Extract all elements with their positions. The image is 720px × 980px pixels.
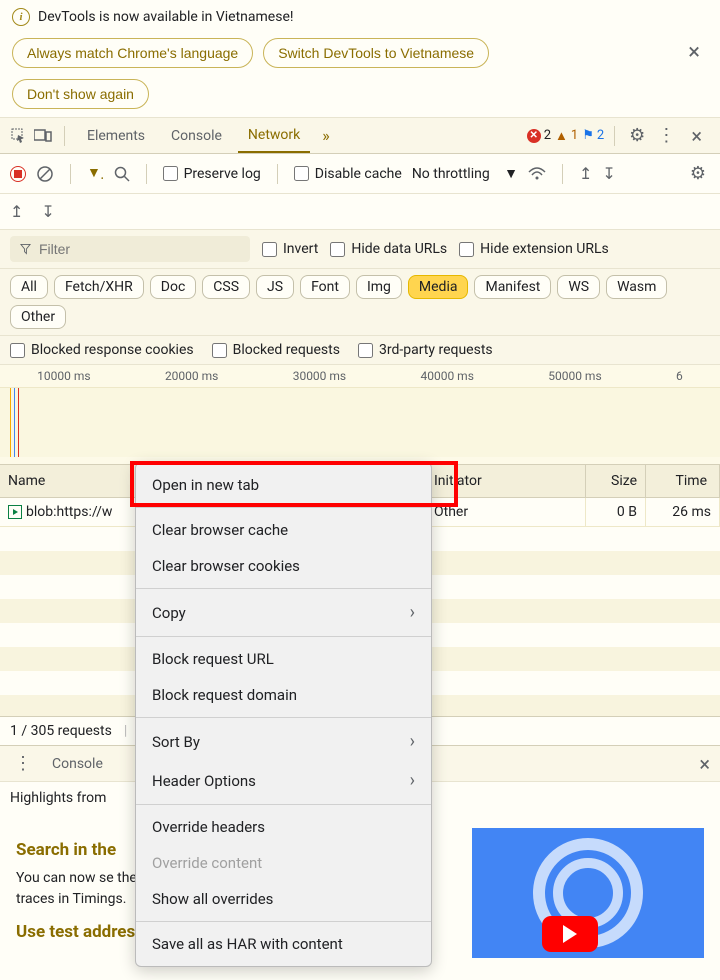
type-media[interactable]: Media: [408, 275, 469, 299]
network-toolbar-2: ↥ ↧: [0, 194, 720, 230]
search-icon[interactable]: [114, 166, 130, 182]
load-line: [18, 388, 19, 457]
youtube-play-icon[interactable]: [542, 916, 598, 952]
error-badge[interactable]: ✕2: [527, 128, 551, 143]
filter-input[interactable]: [39, 241, 240, 257]
tab-console[interactable]: Console: [161, 120, 232, 152]
timeline-overview[interactable]: 10000 ms 20000 ms 30000 ms 40000 ms 5000…: [0, 365, 720, 465]
time-label: 6: [676, 369, 683, 383]
close-devtools-button[interactable]: ×: [683, 120, 710, 152]
chevron-right-icon: ›: [410, 731, 415, 752]
article-thumbnail[interactable]: [472, 828, 704, 958]
close-infobar-button[interactable]: ×: [680, 36, 708, 69]
more-tabs-button[interactable]: »: [316, 126, 336, 145]
switch-language-button[interactable]: Switch DevTools to Vietnamese: [263, 38, 489, 68]
dont-show-button[interactable]: Don't show again: [12, 79, 149, 109]
kebab-icon[interactable]: ⋮: [653, 125, 679, 146]
type-filter-row: All Fetch/XHR Doc CSS JS Font Img Media …: [0, 269, 720, 336]
disable-cache-checkbox[interactable]: Disable cache: [294, 166, 402, 182]
info-message: DevTools is now available in Vietnamese!: [38, 9, 294, 25]
context-menu: Open in new tab Clear browser cache Clea…: [135, 462, 432, 967]
filter-icon[interactable]: ▼•: [87, 164, 104, 183]
export-har-icon[interactable]: ↧: [41, 202, 54, 221]
th-time[interactable]: Time: [646, 465, 720, 497]
blocked-filter-row: Blocked response cookies Blocked request…: [0, 336, 720, 365]
type-fetch[interactable]: Fetch/XHR: [54, 275, 144, 299]
import-har-icon[interactable]: ↥: [10, 202, 23, 221]
inspect-icon[interactable]: [10, 127, 28, 145]
cm-open-new-tab[interactable]: Open in new tab: [136, 467, 431, 503]
blocked-response-cookies-checkbox[interactable]: Blocked response cookies: [10, 342, 194, 358]
blocked-requests-checkbox[interactable]: Blocked requests: [212, 342, 340, 358]
cm-block-domain[interactable]: Block request domain: [136, 677, 431, 713]
info-bar: i DevTools is now available in Vietnames…: [0, 0, 720, 118]
drawer-close-button[interactable]: ×: [699, 752, 710, 776]
time-label: 50000 ms: [548, 369, 601, 383]
type-img[interactable]: Img: [356, 275, 402, 299]
dom-content-loaded-line: [14, 388, 15, 457]
info-icon: i: [12, 8, 30, 26]
network-conditions-icon[interactable]: [528, 167, 546, 181]
settings-icon[interactable]: ⚙: [625, 125, 649, 146]
cell-initiator: Other: [426, 498, 586, 526]
cm-header-options[interactable]: Header Options›: [136, 761, 431, 800]
tab-network[interactable]: Network: [238, 119, 310, 153]
type-ws[interactable]: WS: [557, 275, 600, 299]
funnel-icon: [20, 243, 31, 255]
type-other[interactable]: Other: [10, 305, 66, 329]
drawer-tab-console[interactable]: Console: [46, 748, 109, 780]
filter-input-wrap: [10, 236, 250, 262]
clear-icon[interactable]: [36, 165, 54, 183]
cm-save-har[interactable]: Save all as HAR with content: [136, 926, 431, 962]
cell-time: 26 ms: [646, 498, 720, 526]
preserve-log-checkbox[interactable]: Preserve log: [163, 166, 261, 182]
marker-line: [10, 388, 11, 457]
cm-clear-cookies[interactable]: Clear browser cookies: [136, 548, 431, 584]
cm-copy[interactable]: Copy›: [136, 593, 431, 632]
cm-override-content: Override content: [136, 845, 431, 881]
chevron-right-icon: ›: [410, 770, 415, 791]
main-tab-strip: Elements Console Network » ✕2 ▲ 1 ⚑ 2 ⚙ …: [0, 118, 720, 154]
hide-data-urls-checkbox[interactable]: Hide data URLs: [330, 241, 447, 257]
chevron-right-icon: ›: [410, 602, 415, 623]
drawer-kebab-icon[interactable]: ⋮: [10, 753, 36, 774]
type-js[interactable]: JS: [256, 275, 294, 299]
type-font[interactable]: Font: [300, 275, 350, 299]
network-toolbar: ▼• Preserve log Disable cache No throttl…: [0, 154, 720, 194]
issue-badge[interactable]: ⚑ 2: [582, 128, 604, 143]
record-button[interactable]: [10, 166, 26, 182]
filter-row: Invert Hide data URLs Hide extension URL…: [0, 230, 720, 269]
hide-extension-urls-checkbox[interactable]: Hide extension URLs: [459, 241, 609, 257]
download-icon[interactable]: ↧: [602, 164, 615, 183]
device-icon[interactable]: [34, 127, 52, 145]
type-wasm[interactable]: Wasm: [606, 275, 667, 299]
third-party-requests-checkbox[interactable]: 3rd-party requests: [358, 342, 493, 358]
type-css[interactable]: CSS: [202, 275, 250, 299]
th-initiator[interactable]: Initiator: [426, 465, 586, 497]
invert-checkbox[interactable]: Invert: [262, 241, 318, 257]
network-settings-icon[interactable]: ⚙: [686, 163, 710, 184]
cell-size: 0 B: [586, 498, 646, 526]
requests-count: 1 / 305 requests: [10, 723, 112, 739]
match-language-button[interactable]: Always match Chrome's language: [12, 38, 253, 68]
warning-badge[interactable]: ▲ 1: [555, 128, 578, 144]
time-label: 10000 ms: [37, 369, 90, 383]
cm-clear-cache[interactable]: Clear browser cache: [136, 512, 431, 548]
time-label: 40000 ms: [420, 369, 473, 383]
tab-elements[interactable]: Elements: [77, 120, 155, 152]
time-label: 20000 ms: [165, 369, 218, 383]
cm-override-headers[interactable]: Override headers: [136, 809, 431, 845]
cm-show-overrides[interactable]: Show all overrides: [136, 881, 431, 917]
type-all[interactable]: All: [10, 275, 48, 299]
media-icon: [8, 505, 22, 519]
th-size[interactable]: Size: [586, 465, 646, 497]
type-manifest[interactable]: Manifest: [474, 275, 551, 299]
cm-sort-by[interactable]: Sort By›: [136, 722, 431, 761]
upload-icon[interactable]: ↥: [579, 164, 592, 183]
time-label: 30000 ms: [293, 369, 346, 383]
cm-block-url[interactable]: Block request URL: [136, 641, 431, 677]
type-doc[interactable]: Doc: [150, 275, 197, 299]
throttling-select[interactable]: No throttling ▼: [412, 165, 518, 182]
